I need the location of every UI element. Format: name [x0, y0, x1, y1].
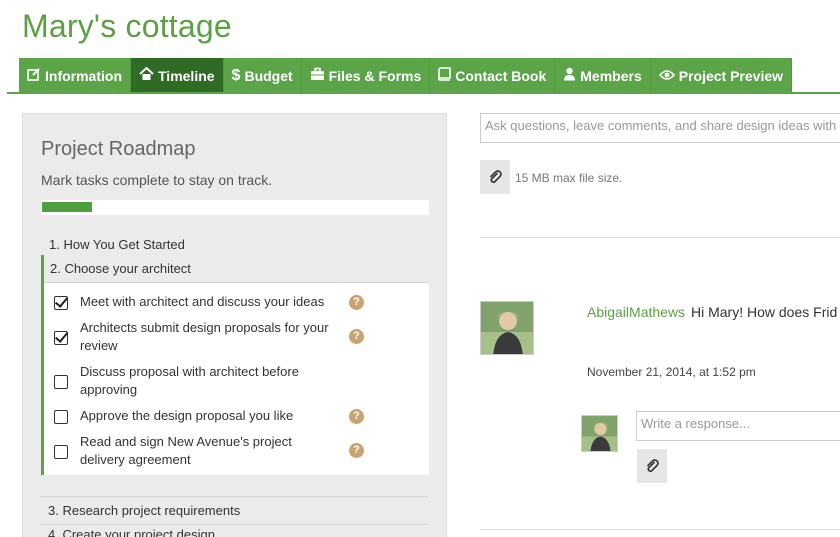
step-label: 1. How You Get Started — [49, 237, 185, 252]
attach-file-button[interactable] — [480, 160, 510, 194]
home-icon — [139, 66, 154, 84]
tab-project-preview[interactable]: Project Preview — [650, 58, 793, 93]
tab-contact-book[interactable]: Contact Book — [430, 58, 556, 93]
tab-label: Timeline — [158, 67, 215, 84]
roadmap-step[interactable]: 4. Create your project design — [40, 521, 428, 537]
task-text: Architects submit design proposals for y… — [80, 320, 329, 353]
briefcase-icon — [310, 67, 325, 84]
tab-label: Members — [580, 67, 642, 84]
task-item: Approve the design proposal you like ? — [44, 403, 429, 429]
task-text: Approve the design proposal you like — [80, 408, 294, 423]
task-item: Architects submit design proposals for y… — [44, 315, 429, 359]
comment-timestamp: November 21, 2014, at 1:52 pm — [587, 365, 756, 379]
task-item: Meet with architect and discuss your ide… — [44, 289, 429, 315]
tab-label: Project Preview — [678, 67, 784, 84]
attach-file-button[interactable] — [637, 449, 667, 483]
project-roadmap-panel: Project Roadmap Mark tasks complete to s… — [22, 113, 447, 537]
user-icon — [563, 67, 576, 84]
task-list: Meet with architect and discuss your ide… — [44, 283, 429, 475]
help-icon[interactable]: ? — [349, 329, 364, 344]
roadmap-title: Project Roadmap — [41, 138, 196, 160]
task-text: Discuss proposal with architect before a… — [80, 364, 299, 397]
step-label: 4. Create your project design — [48, 527, 215, 537]
tab-members[interactable]: Members — [555, 58, 651, 93]
help-icon[interactable]: ? — [349, 295, 364, 310]
tab-files-forms[interactable]: Files & Forms — [301, 58, 431, 93]
task-checkbox[interactable] — [54, 410, 68, 424]
task-item: Discuss proposal with architect before a… — [44, 359, 429, 403]
tab-timeline[interactable]: Timeline — [131, 58, 224, 93]
progress-fill — [42, 202, 93, 212]
feed-divider — [480, 529, 840, 530]
step-label: 2. Choose your architect — [44, 255, 429, 283]
project-tabs: Information Timeline $ Budget Files & For… — [19, 58, 793, 93]
tab-label: Information — [45, 67, 122, 84]
tab-information[interactable]: Information — [19, 58, 131, 93]
step-label: 3. Research project requirements — [48, 503, 241, 518]
max-file-size-note: 15 MB max file size. — [515, 171, 623, 185]
page-title: Mary's cottage — [22, 8, 232, 44]
tab-budget[interactable]: $ Budget — [223, 58, 302, 93]
comment-input[interactable]: Ask questions, leave comments, and share… — [480, 113, 840, 143]
task-checkbox[interactable] — [54, 331, 68, 345]
paperclip-icon — [489, 170, 502, 184]
task-item: Read and sign New Avenue's project deliv… — [44, 429, 429, 473]
tab-underline — [7, 92, 840, 94]
task-checkbox[interactable] — [54, 375, 68, 389]
help-icon[interactable]: ? — [349, 443, 364, 458]
comment-author-link[interactable]: AbigailMathews — [587, 304, 685, 320]
response-input[interactable]: Write a response... — [636, 411, 840, 441]
dollar-icon: $ — [231, 66, 241, 84]
edit-icon — [27, 67, 41, 84]
roadmap-subtitle: Mark tasks complete to stay on track. — [41, 172, 273, 188]
roadmap-step-expanded[interactable]: 2. Choose your architect Meet with archi… — [41, 255, 429, 475]
tab-label: Contact Book — [455, 67, 547, 84]
paperclip-icon — [646, 459, 659, 473]
tab-label: Files & Forms — [328, 67, 422, 84]
comment-text: Hi Mary! How does Frid — [691, 304, 838, 320]
task-checkbox[interactable] — [54, 296, 68, 310]
task-text: Meet with architect and discuss your ide… — [80, 294, 325, 309]
eye-icon — [658, 68, 675, 84]
tab-label: Budget — [244, 67, 293, 84]
book-icon — [438, 67, 452, 84]
feed-divider — [480, 237, 840, 238]
avatar[interactable] — [581, 415, 618, 452]
task-checkbox[interactable] — [54, 445, 68, 459]
avatar[interactable] — [480, 301, 534, 355]
help-icon[interactable]: ? — [349, 409, 364, 424]
roadmap-progress-bar — [41, 200, 429, 215]
task-text: Read and sign New Avenue's project deliv… — [80, 434, 292, 467]
